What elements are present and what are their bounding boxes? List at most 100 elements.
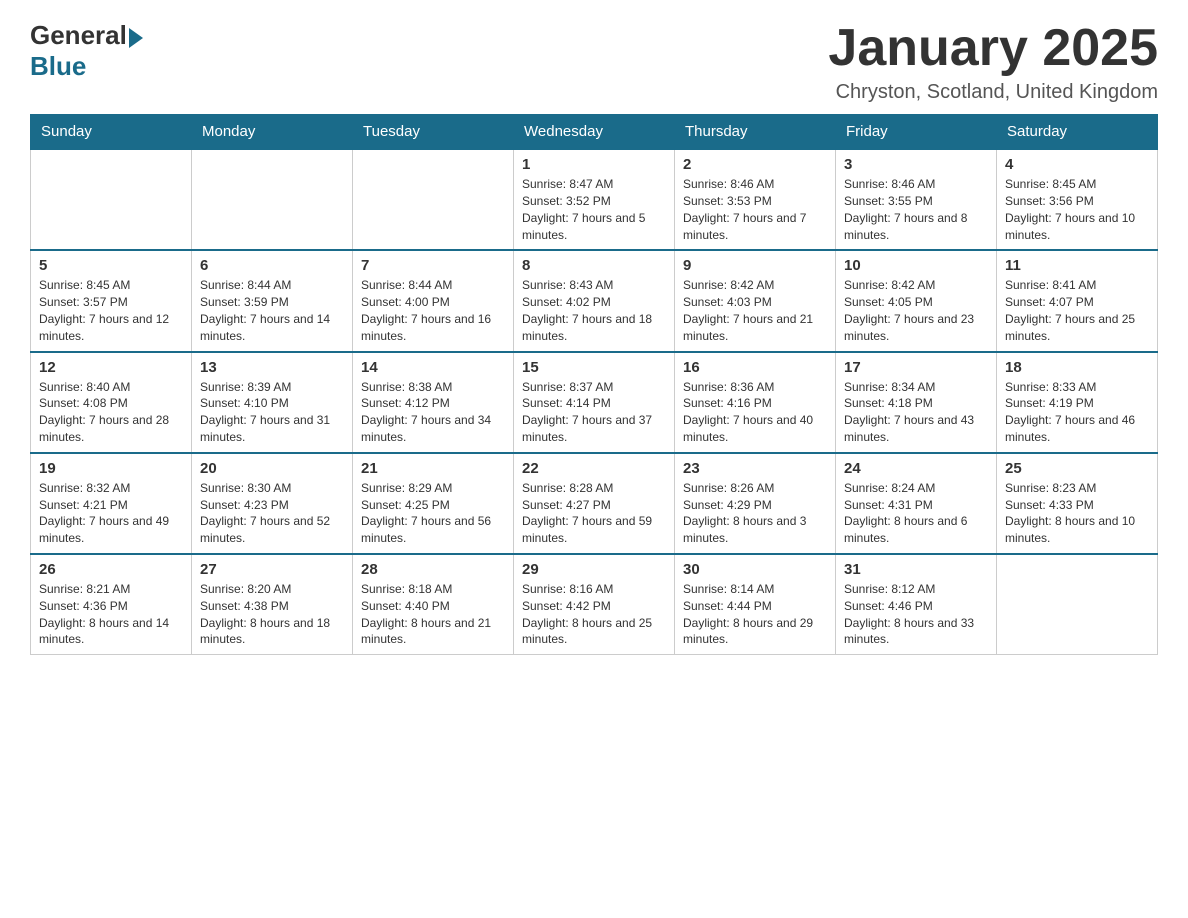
day-number: 1 bbox=[522, 156, 666, 173]
day-info: Sunrise: 8:12 AMSunset: 4:46 PMDaylight:… bbox=[844, 581, 988, 648]
day-info: Sunrise: 8:45 AMSunset: 3:56 PMDaylight:… bbox=[1005, 176, 1149, 243]
calendar-cell: 2 Sunrise: 8:46 AMSunset: 3:53 PMDaylight… bbox=[675, 149, 836, 250]
day-number: 29 bbox=[522, 561, 666, 578]
day-info: Sunrise: 8:34 AMSunset: 4:18 PMDaylight:… bbox=[844, 379, 988, 446]
calendar-cell: 9Sunrise: 8:42 AMSunset: 4:03 PMDaylight… bbox=[675, 250, 836, 351]
day-number: 27 bbox=[200, 561, 344, 578]
calendar-day-header: Thursday bbox=[675, 115, 836, 150]
calendar-cell: 4 Sunrise: 8:45 AMSunset: 3:56 PMDaylight… bbox=[997, 149, 1158, 250]
day-number: 25 bbox=[1005, 460, 1149, 477]
calendar-cell: 19Sunrise: 8:32 AMSunset: 4:21 PMDayligh… bbox=[31, 453, 192, 554]
day-number: 11 bbox=[1005, 257, 1149, 274]
day-info: Sunrise: 8:21 AMSunset: 4:36 PMDaylight:… bbox=[39, 581, 183, 648]
day-number: 4 bbox=[1005, 156, 1149, 173]
day-info: Sunrise: 8:40 AMSunset: 4:08 PMDaylight:… bbox=[39, 379, 183, 446]
day-number: 24 bbox=[844, 460, 988, 477]
day-info: Sunrise: 8:46 AMSunset: 3:55 PMDaylight:… bbox=[844, 176, 988, 243]
calendar-cell: 7Sunrise: 8:44 AMSunset: 4:00 PMDaylight… bbox=[353, 250, 514, 351]
day-number: 12 bbox=[39, 359, 183, 376]
calendar-cell: 18Sunrise: 8:33 AMSunset: 4:19 PMDayligh… bbox=[997, 352, 1158, 453]
calendar-cell: 12 Sunrise: 8:40 AMSunset: 4:08 PMDayligh… bbox=[31, 352, 192, 453]
calendar-cell: 24 Sunrise: 8:24 AMSunset: 4:31 PMDayligh… bbox=[836, 453, 997, 554]
day-info: Sunrise: 8:39 AMSunset: 4:10 PMDaylight:… bbox=[200, 379, 344, 446]
day-info: Sunrise: 8:42 AMSunset: 4:03 PMDaylight:… bbox=[683, 277, 827, 344]
day-number: 8 bbox=[522, 257, 666, 274]
calendar-cell bbox=[31, 149, 192, 250]
calendar-week-row: 26Sunrise: 8:21 AMSunset: 4:36 PMDayligh… bbox=[31, 554, 1158, 655]
day-info: Sunrise: 8:44 AMSunset: 3:59 PMDaylight:… bbox=[200, 277, 344, 344]
page-subtitle: Chryston, Scotland, United Kingdom bbox=[828, 81, 1158, 104]
calendar-cell: 31 Sunrise: 8:12 AMSunset: 4:46 PMDayligh… bbox=[836, 554, 997, 655]
calendar-day-header: Wednesday bbox=[514, 115, 675, 150]
day-number: 3 bbox=[844, 156, 988, 173]
day-info: Sunrise: 8:36 AMSunset: 4:16 PMDaylight:… bbox=[683, 379, 827, 446]
calendar-cell: 30 Sunrise: 8:14 AMSunset: 4:44 PMDayligh… bbox=[675, 554, 836, 655]
calendar-table: SundayMondayTuesdayWednesdayThursdayFrid… bbox=[30, 114, 1158, 655]
calendar-cell bbox=[192, 149, 353, 250]
calendar-cell: 28 Sunrise: 8:18 AMSunset: 4:40 PMDayligh… bbox=[353, 554, 514, 655]
day-info: Sunrise: 8:29 AMSunset: 4:25 PMDaylight:… bbox=[361, 480, 505, 547]
calendar-cell: 11Sunrise: 8:41 AMSunset: 4:07 PMDayligh… bbox=[997, 250, 1158, 351]
day-number: 7 bbox=[361, 257, 505, 274]
calendar-cell: 26Sunrise: 8:21 AMSunset: 4:36 PMDayligh… bbox=[31, 554, 192, 655]
day-number: 13 bbox=[200, 359, 344, 376]
day-number: 5 bbox=[39, 257, 183, 274]
day-number: 30 bbox=[683, 561, 827, 578]
calendar-cell: 10Sunrise: 8:42 AMSunset: 4:05 PMDayligh… bbox=[836, 250, 997, 351]
calendar-cell: 16 Sunrise: 8:36 AMSunset: 4:16 PMDayligh… bbox=[675, 352, 836, 453]
calendar-cell: 27 Sunrise: 8:20 AMSunset: 4:38 PMDayligh… bbox=[192, 554, 353, 655]
calendar-cell bbox=[997, 554, 1158, 655]
day-number: 2 bbox=[683, 156, 827, 173]
day-info: Sunrise: 8:46 AMSunset: 3:53 PMDaylight:… bbox=[683, 176, 827, 243]
logo: General Blue bbox=[30, 20, 143, 82]
logo-blue-text: Blue bbox=[30, 51, 86, 82]
day-info: Sunrise: 8:26 AMSunset: 4:29 PMDaylight:… bbox=[683, 480, 827, 547]
calendar-cell: 1 Sunrise: 8:47 AMSunset: 3:52 PMDaylight… bbox=[514, 149, 675, 250]
day-info: Sunrise: 8:28 AMSunset: 4:27 PMDaylight:… bbox=[522, 480, 666, 547]
calendar-cell: 8 Sunrise: 8:43 AMSunset: 4:02 PMDaylight… bbox=[514, 250, 675, 351]
day-info: Sunrise: 8:20 AMSunset: 4:38 PMDaylight:… bbox=[200, 581, 344, 648]
day-info: Sunrise: 8:18 AMSunset: 4:40 PMDaylight:… bbox=[361, 581, 505, 648]
calendar-cell: 13 Sunrise: 8:39 AMSunset: 4:10 PMDayligh… bbox=[192, 352, 353, 453]
day-number: 31 bbox=[844, 561, 988, 578]
day-info: Sunrise: 8:45 AMSunset: 3:57 PMDaylight:… bbox=[39, 277, 183, 344]
page-title: January 2025 bbox=[828, 20, 1158, 77]
calendar-cell: 3 Sunrise: 8:46 AMSunset: 3:55 PMDaylight… bbox=[836, 149, 997, 250]
calendar-cell: 5 Sunrise: 8:45 AMSunset: 3:57 PMDaylight… bbox=[31, 250, 192, 351]
day-number: 15 bbox=[522, 359, 666, 376]
calendar-day-header: Monday bbox=[192, 115, 353, 150]
calendar-day-header: Friday bbox=[836, 115, 997, 150]
calendar-week-row: 1 Sunrise: 8:47 AMSunset: 3:52 PMDaylight… bbox=[31, 149, 1158, 250]
day-info: Sunrise: 8:23 AMSunset: 4:33 PMDaylight:… bbox=[1005, 480, 1149, 547]
day-number: 17 bbox=[844, 359, 988, 376]
day-number: 16 bbox=[683, 359, 827, 376]
page-header: General Blue January 2025 Chryston, Scot… bbox=[30, 20, 1158, 104]
calendar-day-header: Sunday bbox=[31, 115, 192, 150]
day-info: Sunrise: 8:14 AMSunset: 4:44 PMDaylight:… bbox=[683, 581, 827, 648]
day-info: Sunrise: 8:32 AMSunset: 4:21 PMDaylight:… bbox=[39, 480, 183, 547]
day-info: Sunrise: 8:30 AMSunset: 4:23 PMDaylight:… bbox=[200, 480, 344, 547]
calendar-cell: 21 Sunrise: 8:29 AMSunset: 4:25 PMDayligh… bbox=[353, 453, 514, 554]
calendar-cell: 17 Sunrise: 8:34 AMSunset: 4:18 PMDayligh… bbox=[836, 352, 997, 453]
calendar-cell bbox=[353, 149, 514, 250]
title-section: January 2025 Chryston, Scotland, United … bbox=[828, 20, 1158, 104]
calendar-cell: 20 Sunrise: 8:30 AMSunset: 4:23 PMDayligh… bbox=[192, 453, 353, 554]
day-number: 14 bbox=[361, 359, 505, 376]
day-info: Sunrise: 8:16 AMSunset: 4:42 PMDaylight:… bbox=[522, 581, 666, 648]
logo-general-text: General bbox=[30, 20, 127, 51]
logo-arrow-icon bbox=[129, 28, 143, 48]
day-number: 18 bbox=[1005, 359, 1149, 376]
calendar-cell: 29 Sunrise: 8:16 AMSunset: 4:42 PMDayligh… bbox=[514, 554, 675, 655]
day-info: Sunrise: 8:47 AMSunset: 3:52 PMDaylight:… bbox=[522, 176, 666, 243]
calendar-cell: 14Sunrise: 8:38 AMSunset: 4:12 PMDayligh… bbox=[353, 352, 514, 453]
day-info: Sunrise: 8:24 AMSunset: 4:31 PMDaylight:… bbox=[844, 480, 988, 547]
day-number: 28 bbox=[361, 561, 505, 578]
day-number: 21 bbox=[361, 460, 505, 477]
calendar-cell: 22Sunrise: 8:28 AMSunset: 4:27 PMDayligh… bbox=[514, 453, 675, 554]
calendar-cell: 6Sunrise: 8:44 AMSunset: 3:59 PMDaylight… bbox=[192, 250, 353, 351]
day-info: Sunrise: 8:42 AMSunset: 4:05 PMDaylight:… bbox=[844, 277, 988, 344]
calendar-cell: 15Sunrise: 8:37 AMSunset: 4:14 PMDayligh… bbox=[514, 352, 675, 453]
day-number: 23 bbox=[683, 460, 827, 477]
day-number: 20 bbox=[200, 460, 344, 477]
day-info: Sunrise: 8:43 AMSunset: 4:02 PMDaylight:… bbox=[522, 277, 666, 344]
